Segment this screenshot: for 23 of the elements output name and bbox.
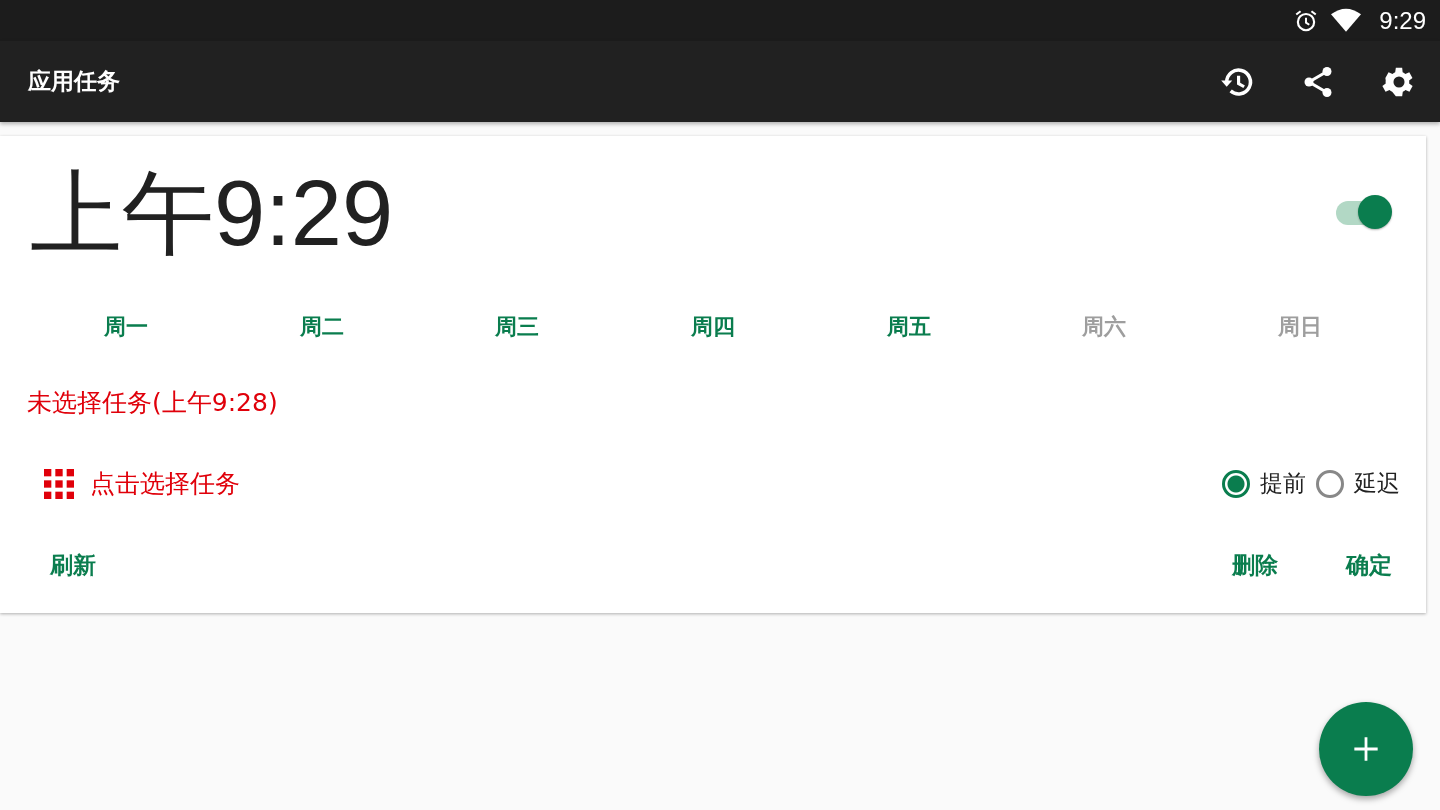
grid-icon xyxy=(44,468,74,499)
weekday-toggle[interactable]: 周五 xyxy=(880,308,937,346)
radio-button[interactable] xyxy=(1316,469,1344,498)
radio-label[interactable]: 提前 xyxy=(1260,468,1306,499)
weekday-toggle[interactable]: 周二 xyxy=(293,308,350,346)
task-status-text: 未选择任务(上午9:28) xyxy=(27,387,278,419)
alarm-time[interactable]: 上午9:29 xyxy=(30,167,394,259)
weekday-toggle[interactable]: 周四 xyxy=(685,308,741,346)
plus-icon xyxy=(1352,735,1380,763)
radio-button[interactable] xyxy=(1222,469,1250,498)
weekday-toggle[interactable]: 周六 xyxy=(1076,308,1133,346)
clock-time: 9:29 xyxy=(1379,6,1426,35)
action-button[interactable]: 删除 xyxy=(1218,544,1292,587)
radio-label[interactable]: 延迟 xyxy=(1354,468,1400,499)
weekday-toggle[interactable]: 周三 xyxy=(489,308,546,346)
app-title: 应用任务 xyxy=(28,67,120,96)
wifi-icon xyxy=(1331,8,1362,33)
add-button[interactable] xyxy=(1319,702,1413,796)
action-button[interactable]: 刷新 xyxy=(36,544,110,587)
weekday-toggle[interactable]: 周日 xyxy=(1272,308,1329,346)
action-button[interactable]: 确定 xyxy=(1332,544,1406,587)
weekday-toggle[interactable]: 周一 xyxy=(97,308,154,346)
choose-task-button[interactable]: 点击选择任务 xyxy=(40,463,244,504)
